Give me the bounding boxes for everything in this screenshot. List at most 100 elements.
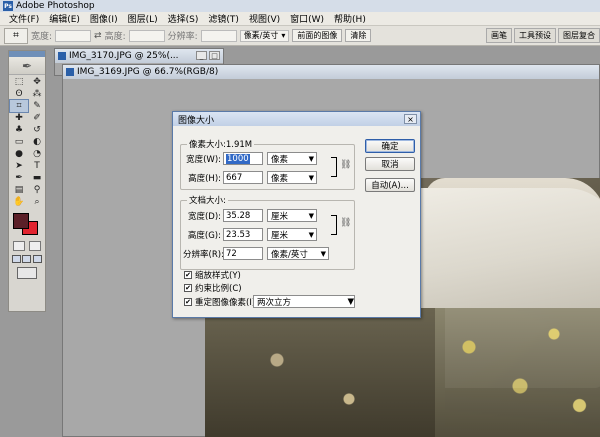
chevron-down-icon: ▼ bbox=[347, 296, 354, 307]
scale-styles-checkbox[interactable]: ✔ 缩放样式(Y) bbox=[184, 269, 241, 281]
constrain-proportions-checkbox[interactable]: ✔ 约束比例(C) bbox=[184, 282, 242, 294]
width-label: 宽度: bbox=[31, 32, 53, 42]
hand-icon[interactable]: ✋ bbox=[10, 196, 28, 208]
swap-icon[interactable]: ⇄ bbox=[94, 31, 102, 41]
pixel-height-unit-select[interactable]: 像素 ▼ bbox=[267, 171, 317, 184]
menu-window[interactable]: 窗口(W) bbox=[285, 12, 329, 25]
chain-link-icon: ⛓ bbox=[340, 160, 352, 170]
pixel-width-label: 宽度(W): bbox=[186, 154, 221, 165]
chevron-down-icon: ▾ bbox=[281, 31, 286, 40]
tab-brushes[interactable]: 画笔 bbox=[486, 28, 512, 43]
jump-to-imageready-icon[interactable] bbox=[17, 267, 37, 279]
doc-width-unit-select[interactable]: 厘米 ▼ bbox=[267, 209, 317, 222]
resample-image-checkbox[interactable]: ✔ 重定图像像素(I): bbox=[184, 296, 258, 308]
auto-button[interactable]: 自动(A)... bbox=[365, 178, 415, 192]
doc-width-input[interactable]: 35.28 bbox=[223, 209, 263, 222]
pixel-dimensions-group: 像素大小:1.91M 宽度(W): 1000 像素 ▼ 高度(H): 667 像素… bbox=[180, 138, 355, 190]
document-size-legend: 文档大小: bbox=[187, 194, 228, 206]
menu-select[interactable]: 选择(S) bbox=[163, 12, 204, 25]
toolbox: ✒ ⬚ ✥ ʘ ⁂ ⌗ ✎ ✚ ✐ ♣ ↺ ▭ ◐ ● ◔ ➤ T ✒ ▬ ▤ … bbox=[8, 50, 46, 312]
crop-tool-preset-button[interactable]: ⌗ bbox=[4, 27, 28, 44]
close-button[interactable]: × bbox=[404, 114, 417, 124]
zoom-icon[interactable]: ⌕ bbox=[28, 196, 46, 208]
notes-icon[interactable]: ▤ bbox=[10, 184, 28, 196]
healing-brush-icon[interactable]: ✚ bbox=[10, 112, 28, 124]
resolution-unit-select[interactable]: 像素/英寸 ▼ bbox=[267, 247, 329, 260]
resolution-unit-select[interactable]: 像素/英寸 ▾ bbox=[239, 29, 290, 42]
checkmark-icon: ✔ bbox=[184, 297, 192, 306]
menu-layer[interactable]: 图层(L) bbox=[123, 12, 163, 25]
standard-mode-icon[interactable] bbox=[13, 241, 25, 251]
eyedropper-icon[interactable]: ⚲ bbox=[28, 184, 46, 196]
pixel-width-unit-select[interactable]: 像素 ▼ bbox=[267, 152, 317, 165]
chain-link-icon: ⛓ bbox=[340, 218, 352, 228]
crop-resolution-input[interactable] bbox=[200, 29, 237, 42]
history-brush-icon[interactable]: ↺ bbox=[28, 124, 46, 136]
document-title: IMG_3169.JPG @ 66.7%(RGB/8) bbox=[77, 67, 219, 77]
clone-stamp-icon[interactable]: ♣ bbox=[10, 124, 28, 136]
tab-tool-presets[interactable]: 工具预设 bbox=[514, 28, 556, 43]
move-icon[interactable]: ✥ bbox=[28, 76, 46, 88]
document-title-bar[interactable]: IMG_3169.JPG @ 66.7%(RGB/8) bbox=[63, 65, 599, 79]
gradient-icon[interactable]: ◐ bbox=[28, 136, 46, 148]
pixel-height-label: 高度(H): bbox=[188, 173, 221, 184]
chevron-down-icon: ▼ bbox=[308, 211, 314, 220]
menu-file[interactable]: 文件(F) bbox=[4, 12, 44, 25]
height-label: 高度: bbox=[104, 32, 126, 42]
menu-image[interactable]: 图像(I) bbox=[85, 12, 123, 25]
feather-icon[interactable]: ✒ bbox=[9, 57, 45, 75]
cancel-button[interactable]: 取消 bbox=[365, 157, 415, 171]
resolution-input[interactable]: 72 bbox=[223, 247, 263, 260]
crop-icon: ⌗ bbox=[13, 30, 19, 41]
eraser-icon[interactable]: ▭ bbox=[10, 136, 28, 148]
doc-height-label: 高度(G): bbox=[187, 230, 221, 241]
path-selection-icon[interactable]: ➤ bbox=[10, 160, 28, 172]
app-title: Adobe Photoshop bbox=[16, 1, 95, 11]
pixel-dimensions-legend: 像素大小:1.91M bbox=[187, 138, 255, 150]
front-image-button[interactable]: 前面的图像 bbox=[292, 29, 343, 42]
image-size-dialog: 图像大小 × 像素大小:1.91M 宽度(W): 1000 像素 ▼ 高度(H):… bbox=[172, 111, 421, 318]
minimize-button[interactable]: _ bbox=[196, 51, 207, 60]
standard-screen-icon[interactable] bbox=[11, 255, 21, 263]
full-screen-menu-icon[interactable] bbox=[22, 255, 32, 263]
chevron-down-icon: ▼ bbox=[308, 173, 314, 182]
blur-icon[interactable]: ● bbox=[10, 148, 28, 160]
menu-filter[interactable]: 滤镜(T) bbox=[203, 12, 244, 25]
crop-width-input[interactable] bbox=[55, 29, 92, 42]
crop-height-input[interactable] bbox=[128, 29, 165, 42]
document-icon bbox=[58, 52, 66, 60]
dialog-title-bar[interactable]: 图像大小 × bbox=[173, 112, 420, 126]
pixel-width-input[interactable]: 1000 bbox=[223, 152, 263, 165]
document-size-group: 文档大小: 宽度(D): 35.28 厘米 ▼ 高度(G): 23.53 厘米 ▼ … bbox=[180, 194, 355, 270]
doc-height-input[interactable]: 23.53 bbox=[223, 228, 263, 241]
clear-button[interactable]: 清除 bbox=[345, 29, 372, 42]
full-screen-icon[interactable] bbox=[33, 255, 43, 263]
chevron-down-icon: ▼ bbox=[308, 154, 314, 163]
document-title-bar[interactable]: IMG_3170.JPG @ 25%(... _ □ bbox=[55, 49, 223, 63]
ok-button[interactable]: 确定 bbox=[365, 139, 415, 153]
resample-method-select[interactable]: 两次立方 ▼ bbox=[253, 295, 355, 308]
type-icon[interactable]: T bbox=[28, 160, 46, 172]
tab-layer-comps[interactable]: 图层复合 bbox=[558, 28, 600, 43]
foreground-color-swatch[interactable] bbox=[13, 213, 29, 229]
pen-icon[interactable]: ✒ bbox=[10, 172, 28, 184]
menu-help[interactable]: 帮助(H) bbox=[329, 12, 371, 25]
menu-view[interactable]: 视图(V) bbox=[244, 12, 285, 25]
marquee-icon[interactable]: ⬚ bbox=[10, 76, 28, 88]
photoshop-icon: Ps bbox=[3, 1, 13, 11]
shape-icon[interactable]: ▬ bbox=[28, 172, 46, 184]
pixel-height-input[interactable]: 667 bbox=[223, 171, 263, 184]
slice-icon[interactable]: ✎ bbox=[28, 100, 46, 112]
chevron-down-icon: ▼ bbox=[308, 230, 314, 239]
quick-mask-icon[interactable] bbox=[29, 241, 41, 251]
lasso-icon[interactable]: ʘ bbox=[10, 88, 28, 100]
color-swatches bbox=[9, 211, 45, 237]
doc-height-unit-select[interactable]: 厘米 ▼ bbox=[267, 228, 317, 241]
dodge-icon[interactable]: ◔ bbox=[28, 148, 46, 160]
resolution-label: 分辨率(R): bbox=[183, 249, 224, 260]
magic-wand-icon[interactable]: ⁂ bbox=[28, 88, 46, 100]
crop-icon[interactable]: ⌗ bbox=[9, 99, 29, 113]
maximize-button[interactable]: □ bbox=[209, 51, 220, 60]
menu-edit[interactable]: 编辑(E) bbox=[44, 12, 85, 25]
brush-icon[interactable]: ✐ bbox=[28, 112, 46, 124]
